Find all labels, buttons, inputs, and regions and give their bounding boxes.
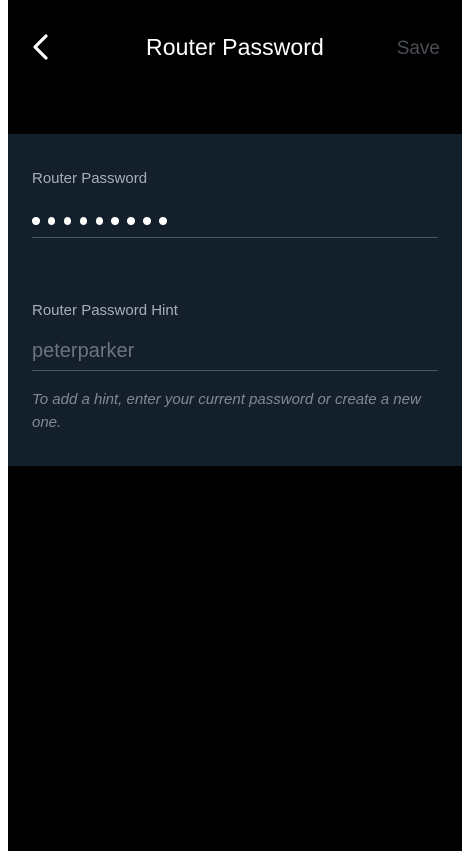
router-password-field[interactable]: [32, 204, 438, 238]
password-mask-dot: [111, 217, 119, 225]
password-settings-card: Router Password Router Password Hint To …: [8, 134, 462, 466]
password-hint-input[interactable]: [32, 334, 438, 368]
password-mask-dot: [47, 217, 56, 225]
password-mask-dot: [63, 217, 72, 225]
nav-header: Router Password Save: [8, 0, 462, 134]
password-mask-dot: [143, 217, 151, 225]
password-underline: [32, 237, 438, 238]
password-hint-label: Router Password Hint: [32, 302, 178, 319]
router-password-label: Router Password: [32, 170, 148, 187]
hint-underline: [32, 370, 438, 371]
password-mask-dot: [95, 217, 104, 225]
password-mask-dot: [32, 217, 40, 225]
password-mask-dot: [159, 217, 167, 225]
hint-helper-text: To add a hint, enter your current passwo…: [32, 391, 421, 431]
page-title: Router Password: [146, 34, 324, 60]
password-mask-dot: [127, 217, 135, 225]
app-screen: Router Password Save Router Password Rou…: [8, 0, 462, 851]
save-button[interactable]: Save: [397, 38, 440, 60]
password-mask-dot: [79, 217, 88, 225]
